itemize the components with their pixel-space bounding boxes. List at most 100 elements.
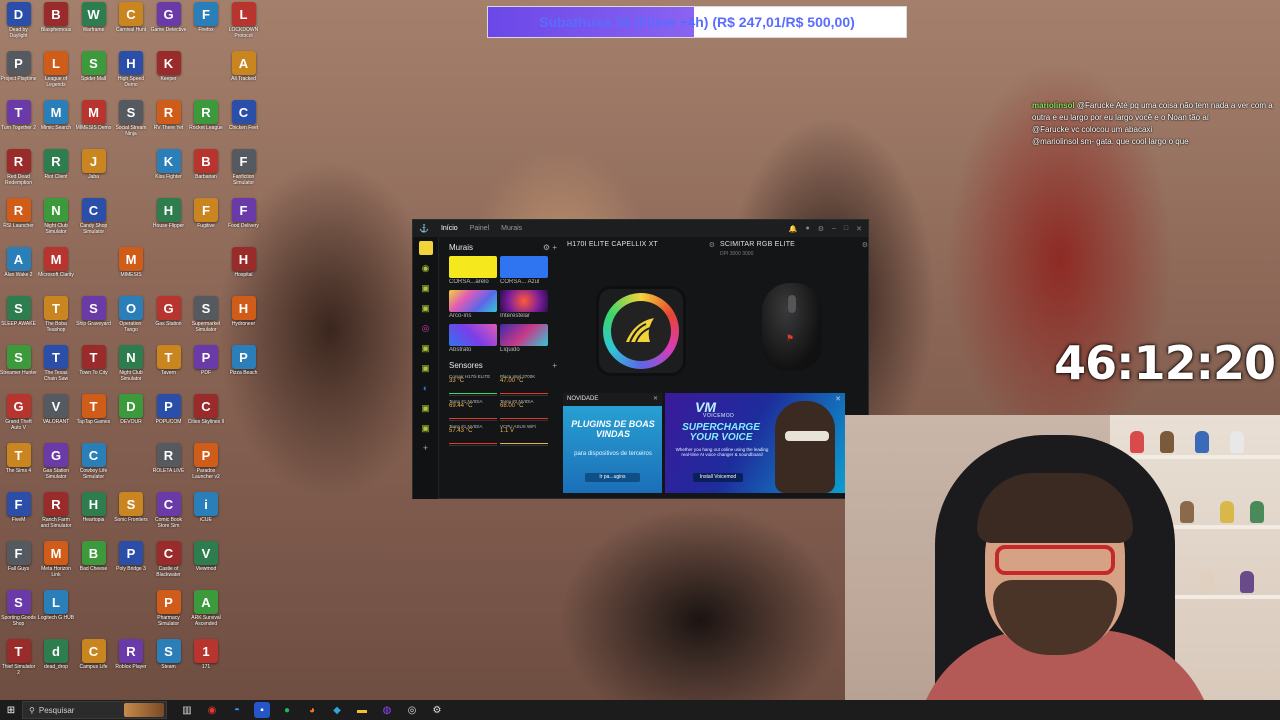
desktop-shortcut[interactable]: K Kiss Fighter [150,149,187,197]
taskbar-search[interactable]: ⚲ Pesquisar [22,701,167,719]
desktop-shortcut[interactable]: G Gas Station [150,296,187,344]
desktop-shortcut[interactable]: H Hospital [225,247,262,295]
sensor-tile[interactable]: Temp #2 NVIDIA 68.00 °C [500,399,548,421]
rail-device-icon[interactable]: ▣ [419,361,433,375]
desktop-shortcut[interactable]: R Ranch Farm and Simulator [38,492,75,540]
tab-inicio[interactable]: Início [441,225,458,232]
desktop-shortcut[interactable]: T TapTap Games [75,394,112,442]
desktop-shortcut[interactable]: T Town To City [75,345,112,393]
icue-titlebar[interactable]: ⚓ Início Painel Murais 🔔 ● ⚙ – □ ✕ [413,220,868,237]
desktop-shortcut[interactable]: P Project Playtime [0,51,37,99]
desktop-shortcut[interactable]: H High Speed Demo [113,51,150,99]
sensor-tile[interactable]: Temp #1 NVIDIA 57.43 °C [449,424,497,446]
desktop-shortcut[interactable]: P Pizza Beach [225,345,262,393]
desktop-shortcut[interactable]: P Paradox Launcher v2 [188,443,225,491]
sensor-tile[interactable]: VCPU ASUS WiFi 1.1 V [500,424,548,446]
go-to-plugins-button[interactable]: Ir pa...ugins [585,473,640,482]
desktop-shortcut[interactable]: D Dead by Daylight [0,2,37,50]
mural-tile[interactable]: Interestelar [500,290,548,321]
desktop-shortcut[interactable]: R Roblox Player [113,639,150,687]
desktop-shortcut[interactable]: T The Texas Chain Saw [38,345,75,393]
desktop-shortcut[interactable]: T Thief Simulator 2 [0,639,37,687]
desktop-shortcut[interactable]: A ARK Survival Ascended [188,590,225,638]
desktop-shortcut[interactable]: S Ship Graveyard [75,296,112,344]
desktop-shortcut[interactable]: B Barbarian [188,149,225,197]
desktop-shortcut[interactable]: D DEVOUR [113,394,150,442]
desktop-shortcut[interactable]: M MIMESIS Demo [75,100,112,148]
desktop-shortcut[interactable]: G Grand Theft Auto V [0,394,37,442]
sensor-tile[interactable]: Placa Intel 3700K 47.00 °C [500,374,548,396]
desktop-shortcut[interactable]: N Night Club Simulator [38,198,75,246]
desktop-shortcut[interactable]: H Hydroneer [225,296,262,344]
desktop-shortcut[interactable]: C Campus Life [75,639,112,687]
store-icon[interactable]: ▪ [254,702,270,718]
desktop-shortcut[interactable]: M MIMESIS [113,247,150,295]
desktop-shortcut[interactable]: G Game Detective [150,2,187,50]
maximize-icon[interactable]: □ [844,225,848,233]
desktop-shortcut[interactable]: S Streamer Hunter [0,345,37,393]
desktop-shortcut[interactable]: S Steam [150,639,187,687]
settings-gear-icon[interactable]: ⚙ [818,225,824,233]
add-sensor-icon[interactable]: + [552,361,557,370]
desktop-shortcut[interactable]: F Fanfiction Simulator [225,149,262,197]
device-settings-icon[interactable]: ⚙ [862,241,868,249]
desktop-shortcut[interactable]: C Candy Shop Simulator [75,198,112,246]
desktop-shortcut[interactable]: C Comic Book Store Sim [150,492,187,540]
rail-mouse-icon[interactable]: ◐ [419,381,433,395]
desktop-shortcut[interactable]: S Supermarket Simulator [188,296,225,344]
promo-voicemod-card[interactable]: VM VOICEMOD SUPERCHARGE YOUR VOICE Wheth… [665,393,845,493]
desktop-shortcut[interactable]: R RV There Yet [150,100,187,148]
desktop-shortcut[interactable]: T Turn Together 2 [0,100,37,148]
edge-icon[interactable]: ◓ [229,702,245,718]
rail-device-icon[interactable]: ▣ [419,301,433,315]
desktop-shortcut[interactable]: M Microsoft Clarity [38,247,75,295]
sensor-tile[interactable]: Corsair H170i ELITE 33 °C [449,374,497,396]
mural-tile[interactable]: Abstrato [449,324,497,355]
user-icon[interactable]: ● [805,225,809,233]
desktop-shortcut[interactable]: R Riot Client [38,149,75,197]
desktop-shortcut[interactable]: d dead_drop [38,639,75,687]
desktop-shortcut[interactable]: T The Sims 4 [0,443,37,491]
rail-add-icon[interactable]: + [419,441,433,455]
desktop-shortcut[interactable]: N Night Club Simulator [113,345,150,393]
desktop-shortcut[interactable]: 1 171 [188,639,225,687]
desktop-shortcut[interactable]: L Logitech G HUB [38,590,75,638]
desktop-shortcut[interactable]: R Rocket League [188,100,225,148]
mural-tile[interactable]: CORSA... Azul [500,256,548,287]
desktop-shortcut[interactable]: S Social Stream Ninja [113,100,150,148]
windows-start-icon[interactable]: ⊞ [0,700,22,720]
desktop-shortcut[interactable]: S Spider Mall [75,51,112,99]
bell-icon[interactable]: 🔔 [789,225,798,233]
obs-icon[interactable]: ◍ [379,702,395,718]
desktop-shortcut[interactable]: F Firefox [188,2,225,50]
device-settings-icon[interactable]: ⚙ [709,241,715,249]
close-icon[interactable]: ✕ [653,395,658,402]
desktop-shortcut[interactable]: A All Tracked [225,51,262,99]
desktop-shortcut[interactable]: F FiveM [0,492,37,540]
minimize-icon[interactable]: – [832,225,836,233]
desktop-shortcut[interactable]: A Alan Wake 2 [0,247,37,295]
device-card-mouse[interactable]: SCIMITAR RGB ELITE DPI 3000 3000 ⚙ ⚑ [720,241,868,391]
desktop-shortcut[interactable]: P Pharmacy Simulator [150,590,187,638]
desktop-shortcut[interactable]: L LOCKDOWN Protocol [225,2,262,50]
close-icon[interactable]: ✕ [856,225,862,233]
record-icon[interactable]: ◉ [204,702,220,718]
sensor-tile[interactable]: Temp #1 NVIDIA 69.44 °C [449,399,497,421]
desktop-shortcut[interactable]: B Blasphemous [38,2,75,50]
tab-painel[interactable]: Painel [470,225,489,232]
desktop-shortcut[interactable]: P Poly Bridge 3 [113,541,150,589]
device-card-cooler[interactable]: H170I ELITE CAPELLIX XT ⚙ [567,241,715,391]
desktop-shortcut[interactable]: W Warframe [75,2,112,50]
rail-fan-icon[interactable]: ◉ [419,261,433,275]
desktop-shortcut[interactable]: F Food Delivery [225,198,262,246]
desktop-shortcut[interactable]: P POPUCOM [150,394,187,442]
mural-tile[interactable]: Arco-íris [449,290,497,321]
file-explorer-icon[interactable]: ▬ [354,702,370,718]
desktop-shortcut[interactable]: P PDF [188,345,225,393]
rail-headset-icon[interactable]: ◎ [419,321,433,335]
mural-tile[interactable]: Líquido [500,324,548,355]
add-mural-icon[interactable]: ⚙ + [543,243,557,252]
rail-device-icon[interactable]: ▣ [419,421,433,435]
install-voicemod-button[interactable]: Install Voicemod [693,473,743,482]
mural-tile[interactable]: CORSA...arelo [449,256,497,287]
